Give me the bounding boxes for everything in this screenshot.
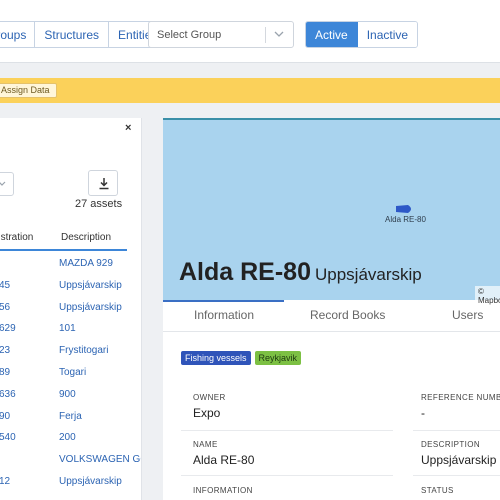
header-underline xyxy=(0,249,127,251)
tab-information[interactable]: Information xyxy=(194,308,254,322)
description-cell: Togari xyxy=(59,366,87,378)
group-select-placeholder: Select Group xyxy=(157,28,222,41)
description-label: DESCRIPTION xyxy=(421,440,481,449)
name-label: NAME xyxy=(193,440,218,449)
description-value: Uppsjávarskip xyxy=(421,453,497,467)
table-row[interactable]: 90 Ferja xyxy=(0,407,142,429)
asset-tags: Fishing vessels Reykjavik xyxy=(181,351,302,365)
table-row[interactable]: 45 Uppsjávarskip xyxy=(0,276,142,298)
download-button[interactable] xyxy=(88,170,118,196)
chevron-down-icon xyxy=(274,31,284,37)
status-active-button[interactable]: Active xyxy=(306,22,358,47)
table-row[interactable]: 89 Togari xyxy=(0,363,142,385)
status-inactive-button[interactable]: Inactive xyxy=(357,22,418,47)
registration-cell: 45 xyxy=(0,279,11,291)
status-toggle: Active Inactive xyxy=(305,21,419,48)
information-field: INFORMATION xyxy=(193,486,253,495)
information-label: INFORMATION xyxy=(193,486,253,495)
table-row[interactable]: 636 900 xyxy=(0,385,142,407)
reference-value: - xyxy=(421,406,425,420)
owner-label: OWNER xyxy=(193,393,226,402)
column-header-description[interactable]: Description xyxy=(61,232,111,243)
description-cell: Ferja xyxy=(59,410,82,422)
vessel-marker-icon[interactable] xyxy=(395,204,415,214)
reference-field: REFERENCE NUMBER - xyxy=(421,393,500,420)
registration-cell: 89 xyxy=(0,366,11,378)
vessel-map-label: Alda RE-80 xyxy=(385,215,426,224)
description-cell: MAZDA 929 xyxy=(59,258,113,269)
asset-detail-panel: Alda RE-80 © Mapbox Alda RE-80Uppsjávars… xyxy=(163,118,500,500)
status-label: STATUS xyxy=(421,486,454,495)
status-field: STATUS xyxy=(421,486,454,495)
asset-count: 27 assets xyxy=(75,198,123,210)
description-cell: VOLKSWAGEN GOLF xyxy=(59,454,141,466)
asset-rows: MAZDA 929 45 Uppsjávarskip 56 Uppsjávarski… xyxy=(0,254,142,494)
field-divider xyxy=(413,475,500,476)
asset-list-panel: × 27 assets Registration Description MAZ… xyxy=(0,118,142,500)
tag-reykjavik[interactable]: Reykjavik xyxy=(254,351,302,365)
registration-cell: 629 xyxy=(0,323,16,335)
registration-cell: 12 xyxy=(0,475,11,487)
column-header-registration[interactable]: Registration xyxy=(0,232,33,243)
vessel-map[interactable]: Alda RE-80 © Mapbox Alda RE-80Uppsjávars… xyxy=(163,118,500,306)
registration-cell: 90 xyxy=(0,410,11,422)
description-cell: 101 xyxy=(59,323,76,335)
tab-structures[interactable]: Structures xyxy=(35,22,110,47)
download-icon xyxy=(99,178,109,190)
nav-tab-group: Groups Structures Entities xyxy=(0,21,168,48)
table-row[interactable]: VOLKSWAGEN GOLF xyxy=(0,450,142,472)
close-icon[interactable]: × xyxy=(125,122,131,134)
field-divider xyxy=(181,475,393,476)
registration-cell: 56 xyxy=(0,301,11,313)
registration-cell: 23 xyxy=(0,345,11,357)
assign-data-button[interactable]: Assign Data xyxy=(0,83,57,98)
description-cell: 900 xyxy=(59,388,76,400)
name-field: NAME Alda RE-80 xyxy=(193,440,254,467)
asset-type-heading: Uppsjávarskip xyxy=(314,265,422,284)
description-field: DESCRIPTION Uppsjávarskip xyxy=(421,440,496,467)
table-row[interactable]: 56 Uppsjávarskip xyxy=(0,298,142,320)
description-cell: 200 xyxy=(59,432,76,444)
table-row[interactable]: MAZDA 929 xyxy=(0,254,142,276)
group-select[interactable]: Select Group xyxy=(148,21,294,48)
owner-value: Expo xyxy=(193,406,221,420)
tab-groups[interactable]: Groups xyxy=(0,22,36,47)
tag-fishing-vessels[interactable]: Fishing vessels xyxy=(181,351,251,365)
filter-dropdown[interactable] xyxy=(0,172,14,196)
description-cell: Uppsjávarskip xyxy=(59,475,122,487)
table-row[interactable]: 23 Frystitogari xyxy=(0,341,142,363)
asset-title: Alda RE-80 Uppsjávarskip xyxy=(179,258,422,287)
table-row[interactable]: 629 101 xyxy=(0,319,142,341)
tab-record-books[interactable]: Record Books xyxy=(310,308,385,322)
assign-banner: Assign Data xyxy=(0,78,500,103)
registration-cell: 540 xyxy=(0,432,16,444)
tab-users[interactable]: Users xyxy=(452,308,483,322)
active-tab-indicator xyxy=(163,300,284,302)
registration-cell: 636 xyxy=(0,388,16,400)
name-value: Alda RE-80 xyxy=(193,453,255,467)
select-divider xyxy=(265,27,266,43)
detail-tabs: Information Record Books Users xyxy=(163,300,500,332)
description-cell: Frystitogari xyxy=(59,345,109,357)
table-row[interactable]: 540 200 xyxy=(0,428,142,450)
description-cell: Uppsjávarskip xyxy=(59,301,122,313)
description-cell: Uppsjávarskip xyxy=(59,279,122,291)
field-divider xyxy=(181,430,393,431)
owner-field: OWNER Expo xyxy=(193,393,226,420)
top-toolbar: Groups Structures Entities Select Group … xyxy=(0,0,500,63)
reference-label: REFERENCE NUMBER xyxy=(421,393,500,402)
field-divider xyxy=(413,430,500,431)
asset-name-heading: Alda RE-80 xyxy=(179,258,311,286)
chevron-down-icon xyxy=(0,181,6,186)
table-row[interactable]: 12 Uppsjávarskip xyxy=(0,472,142,494)
map-top-border xyxy=(163,118,500,120)
